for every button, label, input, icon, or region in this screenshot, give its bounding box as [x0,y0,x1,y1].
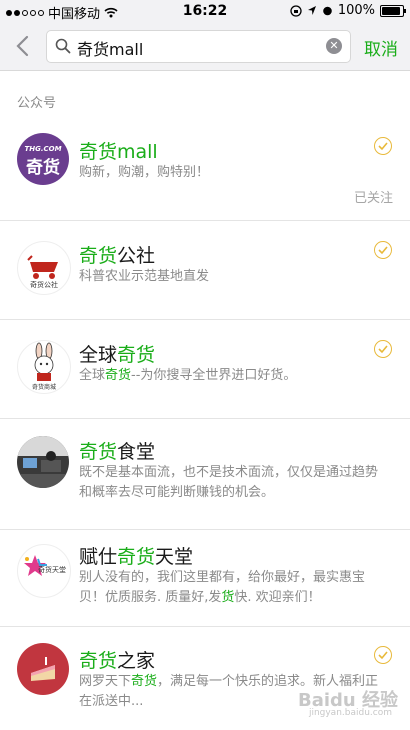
avatar-logo-top: THG.COM [24,145,62,153]
result-title: 奇货食堂 [79,441,156,463]
avatar [17,436,69,488]
section-label: 公众号 [17,96,57,111]
result-description: 全球奇货--为你搜寻全世界进口好货。 [79,368,297,383]
location-icon [307,6,316,15]
followed-check-icon [374,241,392,259]
avatar [17,643,69,695]
avatar-logo-text: 奇货公社 [30,281,58,289]
search-input[interactable]: 奇货mall ✕ [46,30,351,63]
cancel-button[interactable]: 取消 [364,35,398,60]
rotation-lock-icon [290,4,302,17]
list-item[interactable]: 奇货天堂 赋仕奇货天堂 别人没有的，我们这里都有，给你最好，最实惠宝贝！优质服务… [0,530,410,627]
followed-check-icon [374,646,392,664]
result-title: 奇货mall [79,141,158,163]
result-title: 全球奇货 [79,344,156,366]
result-description: 科普农业示范基地直发 [79,269,210,284]
result-title: 赋仕奇货天堂 [79,546,194,568]
followed-check-icon [374,137,392,155]
avatar: 奇货商城 [17,340,71,394]
avatar-logo-text: 奇货天堂 [38,566,66,574]
cake-icon [31,657,55,681]
avatar: 奇货天堂 [17,544,71,598]
list-item[interactable]: 奇货商城 全球奇货 全球奇货--为你搜寻全世界进口好货。 [0,320,410,419]
list-item[interactable]: 奇货食堂 既不是基本面流，也不是技术面流，仅仅是通过趋势和概率去尽可能判断赚钱的… [0,419,410,530]
followed-label: 已关注 [353,191,393,206]
search-query[interactable]: 奇货mall [77,36,143,60]
baidu-watermark-url: jingyan.baidu.com [308,708,392,718]
avatar-logo-text: 奇货 [26,158,60,178]
status-bar: 中国移动 16:22 100% [0,0,410,22]
clear-icon[interactable]: ✕ [326,38,342,54]
list-item[interactable]: THG.COM 奇货 奇货mall 购新，购潮，购特别！ 已关注 [0,117,410,221]
result-title: 奇货之家 [79,650,156,672]
back-arrow-icon[interactable] [12,34,34,58]
result-description: 购新，购潮，购特别！ [79,165,210,180]
alarm-icon [323,6,332,16]
avatar: THG.COM 奇货 [17,133,69,185]
avatar-logo-text: 奇货商城 [31,384,56,391]
result-description: 别人没有的，我们这里都有，给你最好，最实惠宝贝！优质服务. 质量好,发货快. 欢… [79,570,366,605]
search-icon [55,38,71,54]
search-header: 奇货mall ✕ 取消 [0,22,410,71]
battery-percent: 100% [337,3,375,18]
followed-check-icon [374,340,392,358]
battery-fill [382,6,400,15]
photo-avatar-icon [17,436,69,488]
list-item[interactable]: 奇货公社 奇货公社 科普农业示范基地直发 [0,221,410,320]
status-icons: 100% [290,3,406,18]
battery-icon [380,4,406,17]
result-title: 奇货公社 [79,245,156,267]
result-description: 既不是基本面流，也不是技术面流，仅仅是通过趋势和概率去尽可能判断赚钱的机会。 [79,465,379,500]
avatar: 奇货公社 [17,241,71,295]
